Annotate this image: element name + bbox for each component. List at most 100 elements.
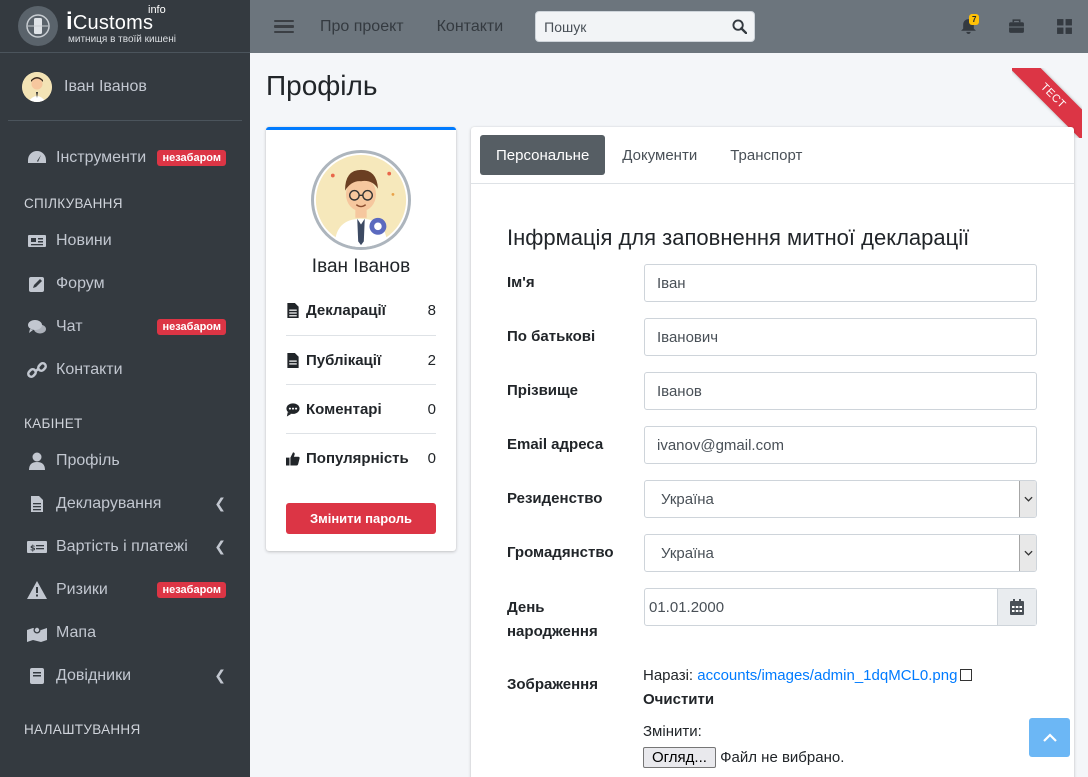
tachometer-icon — [26, 148, 48, 168]
chevron-down-icon — [1019, 535, 1036, 571]
brand[interactable]: iCustoms info митниця в твоїй кишені — [0, 0, 250, 53]
section-header-cabinet: КАБІНЕТ — [24, 416, 83, 431]
brand-i: i — [66, 7, 73, 35]
nav-link-contacts[interactable]: Контакти — [437, 18, 504, 36]
sidebar-item-label: Мапа — [56, 623, 96, 641]
citizenship-select[interactable]: Україна — [644, 534, 1037, 572]
sidebar-item-contacts[interactable]: Контакти — [0, 348, 250, 391]
stat-label: Популярність — [306, 449, 409, 467]
notifications-button[interactable]: 7 — [944, 0, 992, 53]
user-icon — [26, 451, 48, 471]
last-name-field[interactable]: Іванов — [644, 372, 1037, 410]
search-icon — [732, 19, 748, 34]
edit-icon — [26, 274, 48, 294]
birthdate-label: День народження — [507, 599, 598, 640]
sidebar-item-chat[interactable]: Чат незабаром — [0, 305, 250, 348]
residence-label: Резиденство — [507, 490, 603, 507]
scroll-to-top-button[interactable] — [1029, 718, 1070, 757]
file-alt-icon — [286, 352, 306, 368]
svg-text:$: $ — [30, 543, 36, 552]
current-file-link[interactable]: accounts/images/admin_1dqMCL0.png — [697, 667, 957, 684]
apps-button[interactable] — [1040, 0, 1088, 53]
page-title: Профіль — [266, 70, 378, 101]
stat-label: Декларації — [306, 302, 386, 319]
sidebar-item-label: Чат — [56, 317, 83, 335]
residence-select[interactable]: Україна — [644, 480, 1037, 518]
profile-avatar — [311, 150, 411, 250]
file-text-icon — [26, 494, 48, 514]
sidebar-item-declaring[interactable]: Декларування ❮ — [0, 482, 250, 525]
top-navbar: Про проект Контакти 7 — [250, 0, 1088, 53]
patronymic-field[interactable]: Іванович — [644, 318, 1037, 356]
section-header-communication: СПІЛКУВАННЯ — [24, 196, 123, 211]
stat-label: Коментарі — [306, 400, 382, 418]
sidebar-item-label: Новини — [56, 231, 112, 249]
form-row-citizenship: Громадянство Україна — [507, 534, 1037, 572]
stat-declarations: Декларації 8 — [286, 286, 436, 335]
user-name: Іван Іванов — [64, 77, 147, 95]
soon-badge: незабаром — [157, 318, 226, 335]
profile-name: Іван Іванов — [311, 256, 411, 277]
sidebar-item-label: Довідники — [56, 666, 132, 684]
tab-transport[interactable]: Транспорт — [714, 137, 818, 174]
sidebar-item-label: Вартість і платежі — [56, 537, 188, 555]
image-field: Наразі: accounts/images/admin_1dqMCL0.pn… — [643, 667, 973, 768]
sidebar-item-news[interactable]: Новини — [0, 219, 250, 262]
stat-value: 2 — [427, 351, 436, 369]
form-title: Інфрмація для заповнення митної декларац… — [507, 225, 970, 250]
email-label: Email адреса — [507, 436, 604, 453]
stat-comments: Коментарі 0 — [286, 384, 436, 433]
clear-checkbox[interactable] — [960, 668, 973, 681]
first-name-field[interactable]: Іван — [644, 264, 1037, 302]
chevron-down-icon — [1019, 481, 1036, 517]
brand-logo-icon — [18, 6, 58, 46]
sidebar-item-forum[interactable]: Форум — [0, 262, 250, 305]
birthdate-field[interactable]: 01.01.2000 — [644, 588, 1037, 626]
stat-value: 8 — [427, 302, 436, 319]
stat-value: 0 — [427, 400, 436, 418]
change-label: Змінити: — [643, 723, 702, 740]
soon-badge: незабаром — [157, 581, 226, 598]
stat-value: 0 — [427, 449, 436, 467]
sidebar: iCustoms info митниця в твоїй кишені Іва… — [0, 0, 250, 777]
comment-dots-icon — [286, 402, 306, 417]
sidebar-item-references[interactable]: Довідники ❮ — [0, 654, 250, 697]
change-password-button[interactable]: Змінити пароль — [286, 503, 436, 534]
form-row-birthdate: День народження 01.01.2000 — [507, 588, 1037, 644]
file-text-icon — [286, 303, 306, 318]
stat-popularity: Популярність 0 — [286, 433, 436, 482]
calendar-button[interactable] — [997, 589, 1036, 625]
stat-label: Публікації — [306, 351, 382, 369]
tab-personal[interactable]: Персональне — [480, 135, 606, 175]
citizenship-value: Україна — [661, 544, 714, 562]
form-row-patronymic: По батькові Іванович — [507, 318, 1037, 356]
chevron-up-icon — [1042, 732, 1057, 742]
comments-icon — [26, 317, 48, 337]
residence-value: Україна — [661, 490, 714, 508]
sidebar-item-costs[interactable]: $ Вартість і платежі ❮ — [0, 525, 250, 568]
calendar-icon — [1010, 599, 1024, 615]
sidebar-item-map[interactable]: Мапа — [0, 611, 250, 654]
tab-documents[interactable]: Документи — [606, 137, 713, 174]
menu-toggle-icon[interactable] — [274, 17, 294, 37]
sidebar-item-tools[interactable]: Інструменти незабаром — [0, 136, 250, 179]
notification-count-badge: 7 — [969, 14, 980, 25]
briefcase-button[interactable] — [992, 0, 1040, 53]
profile-tabs: Персональне Документи Транспорт — [471, 127, 1074, 184]
sidebar-item-profile[interactable]: Профіль — [0, 439, 250, 482]
form-row-first-name: Ім'я Іван — [507, 264, 1037, 302]
avatar — [22, 71, 52, 102]
soon-badge: незабаром — [157, 149, 226, 166]
image-label: Зображення — [507, 676, 598, 693]
sidebar-item-label: Інструменти — [56, 148, 147, 166]
browse-button[interactable]: Огляд... — [643, 747, 716, 768]
sidebar-item-risks[interactable]: Ризики незабаром — [0, 568, 250, 611]
search-input[interactable] — [536, 18, 726, 35]
nav-link-about[interactable]: Про проект — [320, 18, 404, 36]
sidebar-item-label: Профіль — [56, 451, 120, 469]
form-row-last-name: Прізвище Іванов — [507, 372, 1037, 410]
form-row-residence: Резиденство Україна — [507, 480, 1037, 518]
email-field[interactable]: ivanov@gmail.com — [644, 426, 1037, 464]
search-button[interactable] — [725, 12, 754, 41]
user-panel[interactable]: Іван Іванов — [8, 53, 242, 121]
